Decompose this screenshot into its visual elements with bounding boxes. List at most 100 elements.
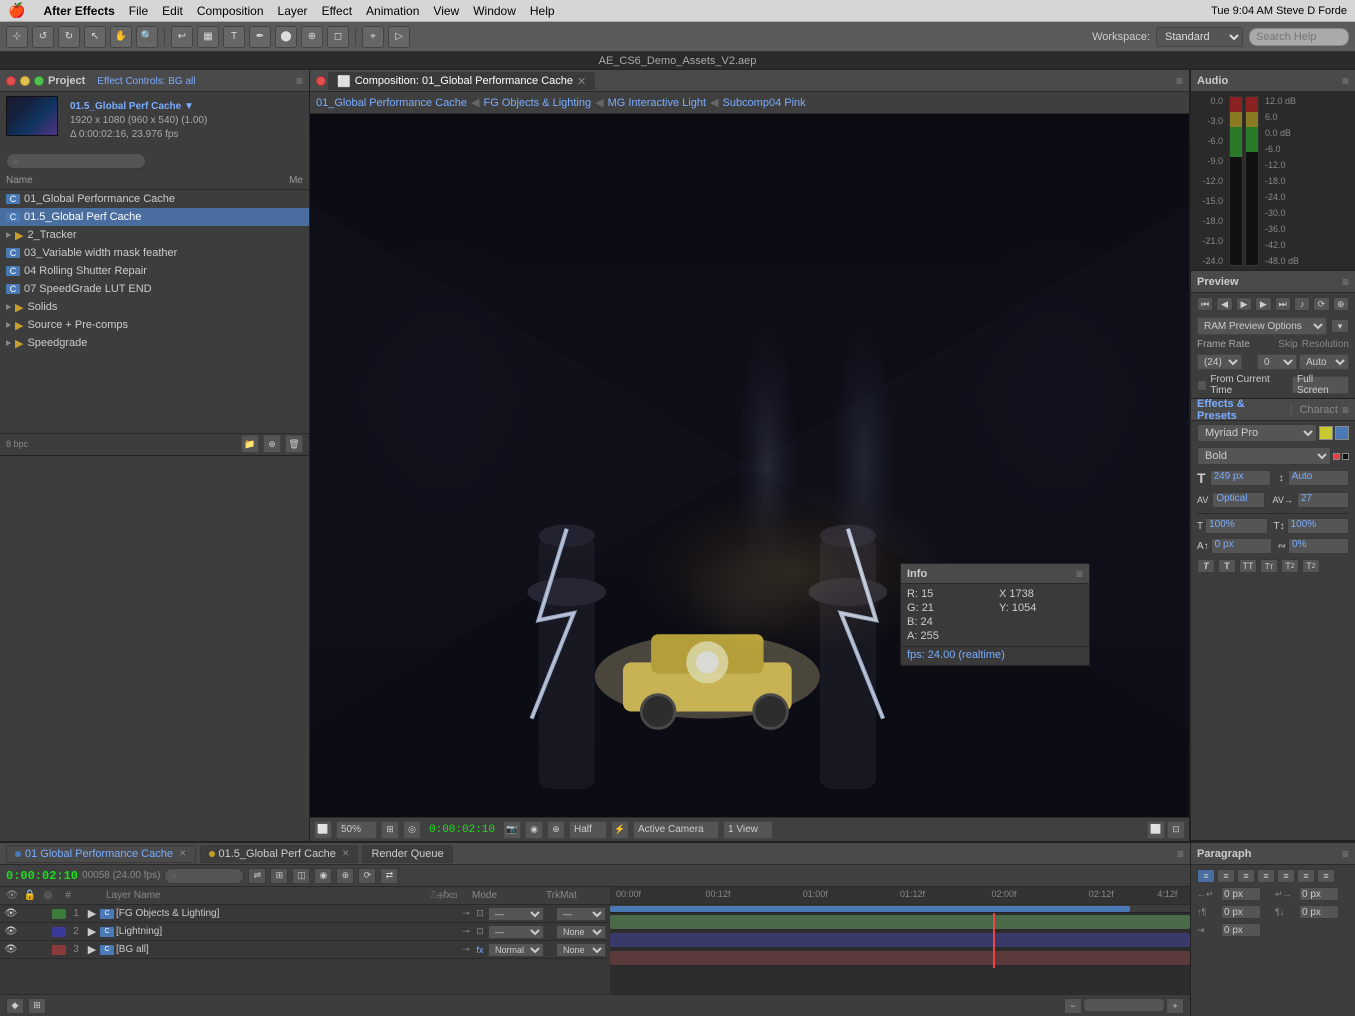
timeline-btn-7[interactable]: ⇄ — [380, 868, 398, 884]
menu-effect[interactable]: Effect — [322, 4, 352, 18]
toolbar-shape-tool[interactable]: ▷ — [388, 26, 410, 48]
breadcrumb-item-1[interactable]: 01_Global Performance Cache — [316, 97, 467, 109]
toolbar-pen-tool[interactable]: ✒ — [249, 26, 271, 48]
horiz-scale-input[interactable]: 100% — [1205, 518, 1267, 534]
close-button[interactable] — [6, 76, 16, 86]
kerning-type-input[interactable]: Optical — [1212, 492, 1264, 508]
timeline-btn-4[interactable]: ◉ — [314, 868, 332, 884]
first-indent-input[interactable] — [1221, 923, 1261, 937]
project-search-input[interactable] — [6, 153, 146, 169]
list-item[interactable]: ▶ 2_Tracker — [0, 226, 309, 244]
menu-file[interactable]: File — [129, 4, 148, 18]
zoom-dropdown[interactable]: 50% — [336, 821, 377, 839]
baseline-shift-input[interactable]: 0 px — [1211, 538, 1272, 554]
leading-input[interactable]: Auto — [1288, 470, 1349, 486]
grid-button[interactable]: ⊞ — [381, 821, 399, 839]
render-button[interactable]: ◉ — [525, 821, 543, 839]
from-current-time-checkbox[interactable] — [1197, 380, 1207, 391]
channel-button[interactable]: ⊕ — [547, 821, 565, 839]
menu-help[interactable]: Help — [530, 4, 555, 18]
toolbar-puppet-tool[interactable]: ⌖ — [362, 26, 384, 48]
toolbar-eraser-tool[interactable]: ◻ — [327, 26, 349, 48]
toolbar-rotate-tool[interactable]: ↩ — [171, 26, 193, 48]
timeline-tab-2-close[interactable]: ✕ — [342, 848, 350, 859]
space-after-input[interactable] — [1299, 905, 1339, 919]
effects-presets-tab[interactable]: Effects & Presets — [1197, 398, 1283, 422]
new-comp-button[interactable]: ⊕ — [263, 435, 281, 453]
list-item[interactable]: C 01.5_Global Perf Cache — [0, 208, 309, 226]
comp-panel-menu[interactable]: ≡ — [1176, 74, 1183, 88]
toolbar-brush-tool[interactable]: ⬤ — [275, 26, 297, 48]
maximize-button[interactable] — [34, 76, 44, 86]
layer-collapse-1[interactable]: ⊡ — [474, 908, 486, 920]
layer-shy-1[interactable]: ⊸ — [460, 908, 472, 920]
layer-expand-2[interactable]: ▶ — [86, 925, 98, 938]
layer-mode-2[interactable]: — — [488, 925, 544, 939]
timeline-btn-5[interactable]: ⊕ — [336, 868, 354, 884]
minimize-button[interactable] — [20, 76, 30, 86]
tsumi-input[interactable]: 0% — [1288, 538, 1349, 554]
layer-trkmat-2[interactable]: None — [556, 925, 606, 939]
menu-animation[interactable]: Animation — [366, 4, 419, 18]
toolbar-btn-2[interactable]: ↺ — [32, 26, 54, 48]
menu-view[interactable]: View — [433, 4, 459, 18]
timeline-btn-2[interactable]: ⊞ — [270, 868, 288, 884]
reset-view-button[interactable]: ⬜ — [314, 821, 332, 839]
indent-left-input[interactable] — [1221, 887, 1261, 901]
search-help-input[interactable] — [1249, 28, 1349, 46]
mask-button[interactable]: ◎ — [403, 821, 421, 839]
delete-button[interactable]: 🗑 — [285, 435, 303, 453]
list-item[interactable]: C 04 Rolling Shutter Repair — [0, 262, 309, 280]
zoom-in-button[interactable]: + — [1166, 998, 1184, 1014]
layer-mode-3[interactable]: Normal — [488, 943, 544, 957]
font-style-dropdown[interactable]: Bold — [1197, 447, 1331, 465]
superscript-button[interactable]: T2 — [1281, 559, 1299, 573]
font-size-input[interactable]: 249 px — [1210, 470, 1271, 486]
goto-end-button[interactable]: ⏭ — [1275, 297, 1291, 311]
timeline-btn-1[interactable]: ⇌ — [248, 868, 266, 884]
loop-button[interactable]: ⟳ — [1313, 297, 1329, 311]
goto-start-button[interactable]: ⏮ — [1197, 297, 1213, 311]
comp-tab-main[interactable]: ⬜ Composition: 01_Global Performance Cac… — [328, 72, 595, 90]
menu-composition[interactable]: Composition — [197, 4, 264, 18]
fill-color-small[interactable] — [1333, 453, 1340, 460]
frame-rate-dropdown[interactable]: (24) — [1197, 354, 1242, 370]
faux-bold-button[interactable]: T — [1218, 559, 1236, 573]
new-folder-button[interactable]: 📁 — [241, 435, 259, 453]
stroke-color-small[interactable] — [1342, 453, 1349, 460]
layer-trkmat-1[interactable]: — — [556, 907, 606, 921]
pixel-aspect-button[interactable]: ⊡ — [1167, 821, 1185, 839]
play-button[interactable]: ▶ — [1236, 297, 1252, 311]
list-item[interactable]: C 07 SpeedGrade LUT END — [0, 280, 309, 298]
timeline-tab-1-close[interactable]: ✕ — [179, 848, 187, 859]
full-screen-button[interactable]: Full Screen — [1292, 376, 1349, 394]
font-color-swatch[interactable] — [1319, 426, 1333, 440]
menu-layer[interactable]: Layer — [278, 4, 308, 18]
step-forward-button[interactable]: ▶ — [1255, 297, 1271, 311]
italic-button[interactable]: T — [1197, 559, 1215, 573]
current-time-display[interactable]: 0:00:02:10 — [6, 869, 78, 883]
space-before-input[interactable] — [1221, 905, 1261, 919]
list-item[interactable]: C 01_Global Performance Cache — [0, 190, 309, 208]
font-family-dropdown[interactable]: Myriad Pro — [1197, 424, 1317, 442]
comp-tab-close[interactable]: ✕ — [577, 75, 586, 88]
snap-button[interactable]: 📷 — [503, 821, 521, 839]
paragraph-menu-button[interactable]: ≡ — [1342, 847, 1349, 861]
layer-shy-2[interactable]: ⊸ — [460, 926, 472, 938]
timeline-blend-mode[interactable]: ⊞ — [28, 998, 46, 1014]
vert-scale-input[interactable]: 100% — [1287, 518, 1349, 534]
justify-left-button[interactable]: ≡ — [1257, 869, 1275, 883]
list-item[interactable]: ▶ Speedgrade — [0, 334, 309, 352]
camera-dropdown[interactable]: Active Camera — [633, 821, 719, 839]
toolbar-text-tool[interactable]: T — [223, 26, 245, 48]
layer-mode-1[interactable]: — — [488, 907, 544, 921]
layer-label-color-3[interactable] — [52, 945, 66, 955]
effect-controls-tab[interactable]: Effect Controls: BG all — [97, 75, 195, 87]
zoom-slider[interactable] — [1084, 999, 1164, 1011]
character-tab[interactable]: Charact — [1299, 404, 1338, 416]
fast-preview-button[interactable]: ⚡ — [611, 821, 629, 839]
transparency-button[interactable]: ⬜ — [1147, 821, 1165, 839]
layer-collapse-2[interactable]: ⊡ — [474, 926, 486, 938]
breadcrumb-item-3[interactable]: MG Interactive Light — [608, 97, 706, 109]
justify-all-button[interactable]: ≡ — [1317, 869, 1335, 883]
